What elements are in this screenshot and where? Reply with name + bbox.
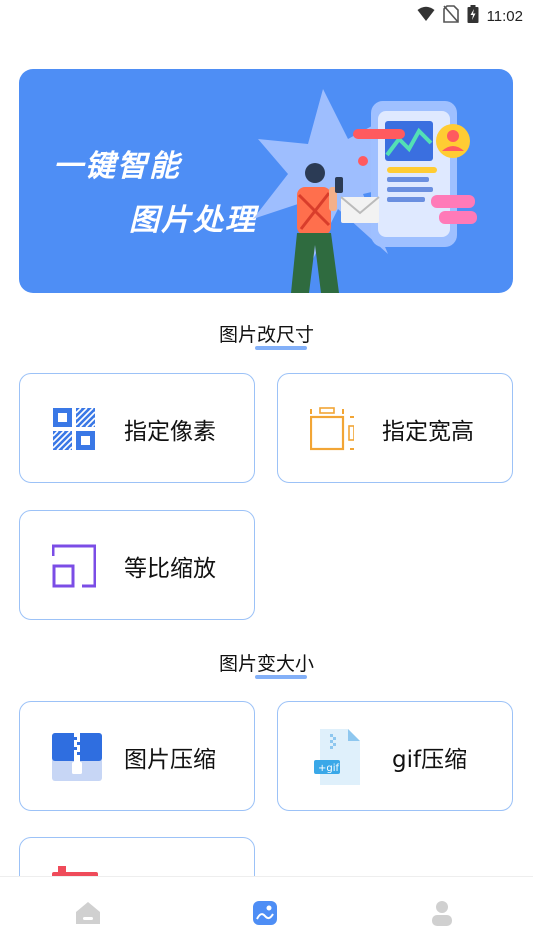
proportional-scale-icon <box>52 544 96 588</box>
nav-image-tools[interactable] <box>249 897 281 929</box>
svg-text:+gif: +gif <box>318 763 340 774</box>
image-tools-icon <box>253 901 277 925</box>
zip-compress-icon <box>52 733 102 781</box>
section-title-compress: 图片变大小 <box>0 649 533 679</box>
banner-illustration <box>253 89 477 293</box>
banner-title-line1: 一键智能 <box>53 149 181 184</box>
grid-pixel-icon <box>52 407 96 451</box>
gif-file-icon: +gif <box>314 729 360 785</box>
banner-title-line2: 图片处理 <box>129 203 257 238</box>
card-proportional-scale[interactable]: 等比缩放 <box>19 510 255 620</box>
wifi-icon <box>417 6 435 26</box>
card-gif-compress[interactable]: +gif gif压缩 <box>277 701 513 811</box>
card-label: 图片压缩 <box>124 747 216 773</box>
bottom-nav <box>0 876 533 947</box>
section-title-resize: 图片改尺寸 <box>0 320 533 350</box>
section-title-underline <box>255 675 308 679</box>
section-title-compress-text: 图片变大小 <box>218 653 314 675</box>
promo-banner[interactable]: 一键智能 图片处理 <box>19 69 513 293</box>
status-time: 11:02 <box>486 7 523 25</box>
card-specify-pixels[interactable]: 指定像素 <box>19 373 255 483</box>
card-label: 指定像素 <box>124 419 216 445</box>
card-label: 指定宽高 <box>382 419 474 445</box>
battery-charging-icon <box>467 5 479 27</box>
profile-icon <box>432 901 452 926</box>
status-icons: 11:02 <box>417 5 523 27</box>
section-title-resize-text: 图片改尺寸 <box>218 324 314 346</box>
section-title-underline <box>255 346 308 350</box>
no-sim-icon <box>442 5 459 27</box>
card-image-compress[interactable]: 图片压缩 <box>19 701 255 811</box>
nav-home[interactable] <box>72 897 104 929</box>
card-specify-width-height[interactable]: 指定宽高 <box>277 373 513 483</box>
width-height-icon <box>310 407 354 451</box>
card-label: 等比缩放 <box>124 556 216 582</box>
status-bar: 11:02 <box>0 0 533 30</box>
card-label: gif压缩 <box>392 747 468 773</box>
nav-profile[interactable] <box>426 897 458 929</box>
home-icon <box>76 902 100 924</box>
